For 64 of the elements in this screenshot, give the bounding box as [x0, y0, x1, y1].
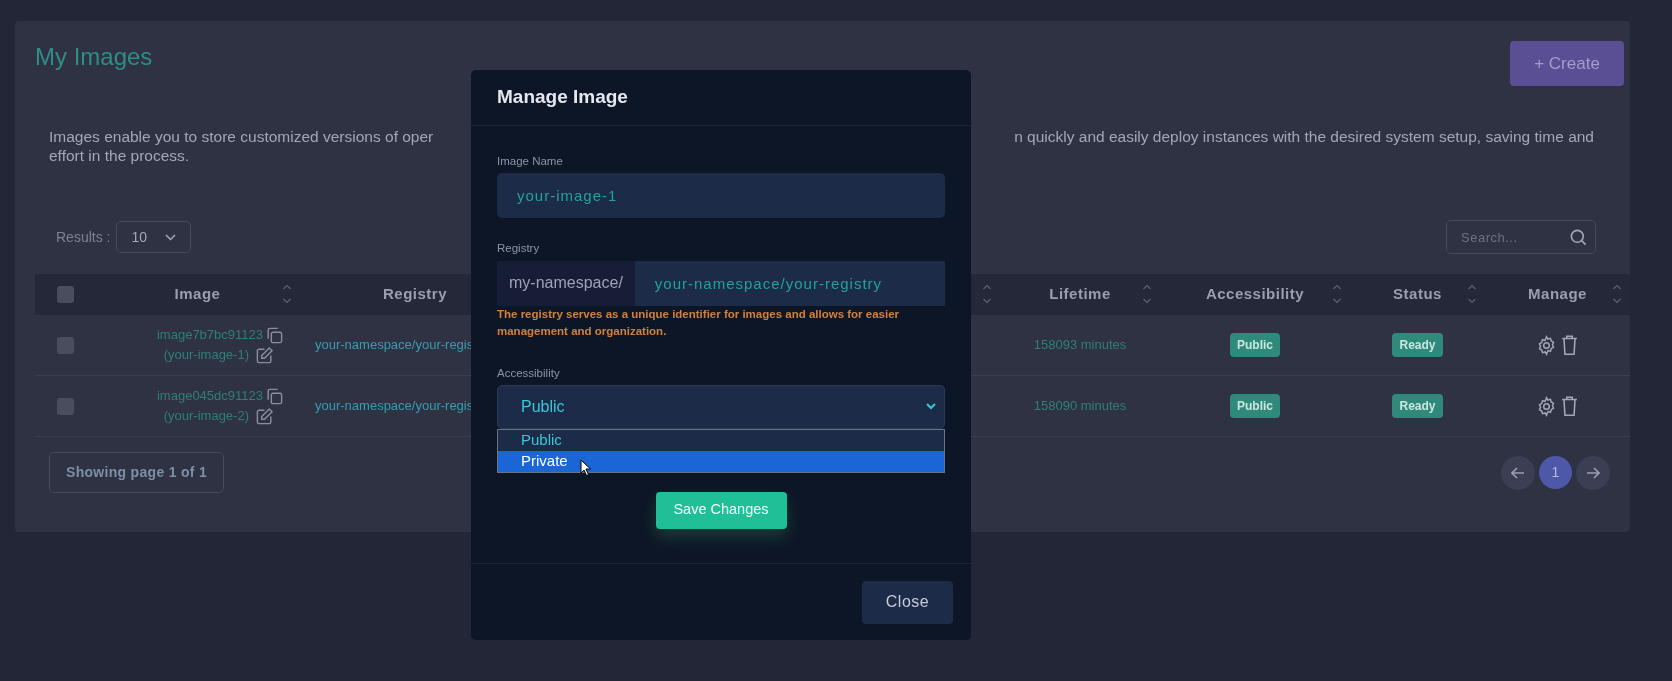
- sort-icon[interactable]: [1467, 283, 1477, 305]
- image-name: (your-image-1): [163, 346, 249, 364]
- checkbox[interactable]: [56, 336, 74, 354]
- gear-icon[interactable]: [1536, 334, 1557, 356]
- image-name: (your-image-2): [163, 407, 249, 425]
- chevron-down-icon: [165, 233, 177, 241]
- accessibility-select[interactable]: Public: [497, 384, 945, 429]
- lifetime-text: 158093 minutes: [1033, 336, 1127, 355]
- copy-icon[interactable]: [265, 325, 284, 345]
- previous-page-button[interactable]: [1501, 455, 1535, 490]
- accessibility-badge: Public: [1230, 394, 1280, 418]
- trash-icon[interactable]: [1560, 395, 1579, 417]
- column-header[interactable]: Image: [174, 283, 221, 306]
- field-label: Registry: [497, 241, 541, 257]
- description-text: Images enable you to store customized versions of oper: [49, 127, 434, 146]
- description-text: effort in the process.: [49, 147, 190, 164]
- modal-title: Manage Image: [497, 85, 628, 110]
- next-page-button[interactable]: [1576, 455, 1610, 490]
- image-id: image045dc91123: [157, 387, 263, 405]
- sort-icon[interactable]: [982, 283, 992, 305]
- copy-icon[interactable]: [265, 386, 284, 406]
- gear-icon[interactable]: [1536, 395, 1557, 417]
- search-icon[interactable]: [1569, 227, 1588, 247]
- page-button[interactable]: 1: [1539, 456, 1572, 489]
- edit-icon[interactable]: [255, 345, 274, 365]
- sort-icon[interactable]: [1612, 283, 1622, 305]
- sort-icon[interactable]: [1142, 283, 1152, 305]
- checkbox[interactable]: [56, 286, 74, 303]
- column-header[interactable]: Lifetime: [1049, 283, 1111, 306]
- arrow-right-icon: [1586, 466, 1600, 479]
- page-title: My Images: [35, 45, 153, 69]
- close-button[interactable]: Close: [862, 580, 953, 624]
- results-select[interactable]: 10: [116, 221, 192, 253]
- results-label: Results :: [56, 227, 111, 247]
- page-summary: Showing page 1 of 1: [49, 452, 225, 493]
- column-header[interactable]: Accessibility: [1205, 283, 1305, 306]
- accessibility-badge: Public: [1230, 333, 1280, 357]
- column-header[interactable]: Status: [1393, 283, 1442, 306]
- chevron-down-icon: [926, 403, 936, 411]
- mouse-cursor-icon: [580, 458, 592, 477]
- image-id: image7b7bc91123: [157, 326, 263, 344]
- image-name-field[interactable]: your-image-1: [497, 173, 945, 219]
- create-button[interactable]: + Create: [1510, 41, 1624, 86]
- search-field[interactable]: Search...: [1446, 220, 1596, 254]
- column-header[interactable]: Registry: [383, 283, 447, 306]
- sort-icon[interactable]: [282, 283, 292, 305]
- description-text: n quickly and easily deploy instances with the desired system setup, saving time and: [1014, 127, 1594, 146]
- column-header[interactable]: Manage: [1528, 283, 1587, 306]
- registry-link[interactable]: your-namespace/your-regis: [315, 398, 474, 414]
- arrow-left-icon: [1511, 466, 1525, 479]
- field-label: Image Name: [497, 154, 564, 169]
- trash-icon[interactable]: [1560, 334, 1579, 356]
- lifetime-text: 158090 minutes: [1033, 397, 1127, 416]
- select-option[interactable]: Public: [498, 429, 944, 451]
- checkbox[interactable]: [56, 397, 74, 415]
- registry-link[interactable]: your-namespace/your-regis: [315, 337, 474, 353]
- registry-help-text: The registry serves as a unique identifier for images and allows for easier management and organization.: [497, 306, 900, 339]
- edit-icon[interactable]: [255, 406, 274, 426]
- registry-field[interactable]: your-namespace/your-registry: [634, 260, 945, 306]
- status-badge: Ready: [1392, 333, 1443, 357]
- sort-icon[interactable]: [1332, 283, 1342, 305]
- field-label: Accessibility: [497, 365, 561, 381]
- registry-prefix: my-namespace/: [497, 260, 635, 306]
- status-badge: Ready: [1392, 394, 1443, 418]
